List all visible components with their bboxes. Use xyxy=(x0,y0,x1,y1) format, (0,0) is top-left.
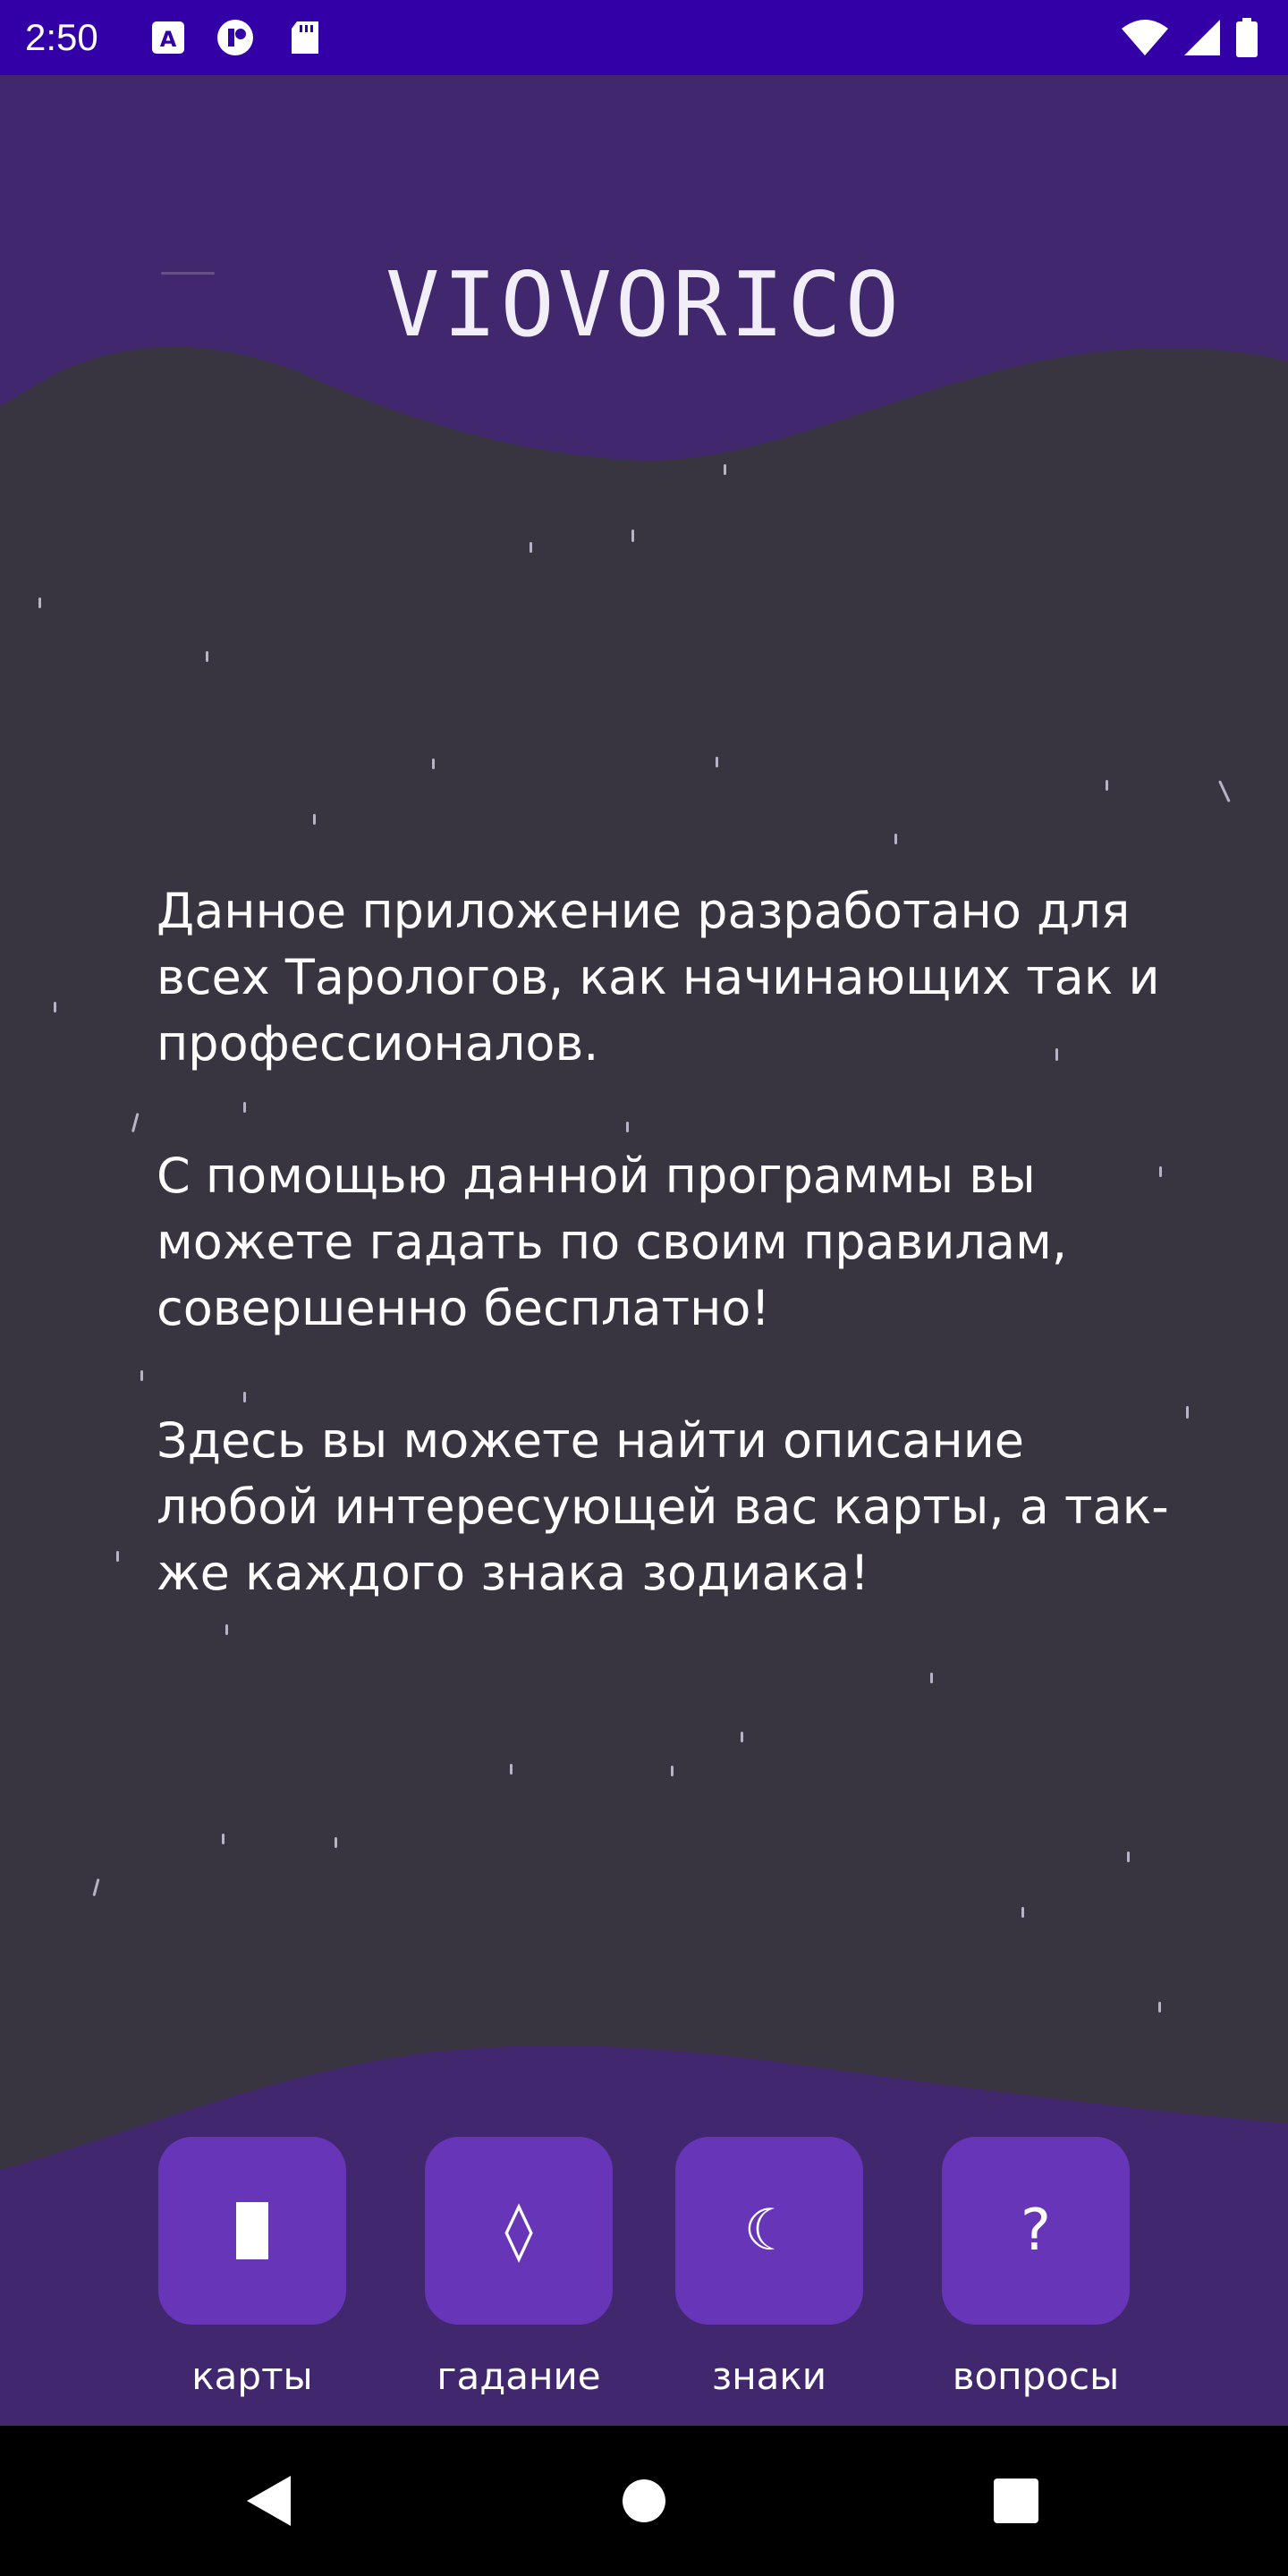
intro-paragraph: С помощью данной программы вы можете гад… xyxy=(157,1148,1067,1336)
wifi-icon xyxy=(1122,20,1168,55)
cell-signal-icon xyxy=(1184,20,1220,55)
back-button[interactable] xyxy=(233,2465,304,2537)
app-title: VIOVORICO xyxy=(386,252,902,357)
card-icon xyxy=(158,2137,346,2325)
signs-button[interactable]: ☾ xyxy=(675,2137,863,2325)
a-notification-icon: A xyxy=(152,21,184,54)
home-icon xyxy=(623,2479,665,2522)
status-time: 2:50 xyxy=(25,16,98,58)
main-screen: VIOVORICO Данное приложение разработано … xyxy=(0,75,1288,2426)
recents-button[interactable] xyxy=(980,2465,1052,2537)
nav-item-signs[interactable]: ☾ знаки xyxy=(653,2137,886,2405)
nav-item-cards[interactable]: карты xyxy=(136,2137,369,2405)
refresh-notification-icon xyxy=(217,20,253,55)
bottom-nav: карты ◊ гадание ☾ знаки ? вопросы xyxy=(0,2137,1288,2426)
intro-paragraph: Здесь вы можете найти описание любой инт… xyxy=(157,1412,1169,1601)
nav-label: гадание xyxy=(436,2354,601,2398)
intro-text: Данное приложение разработано для всех Т… xyxy=(157,878,1176,1673)
nav-label: карты xyxy=(191,2354,313,2398)
nav-label: вопросы xyxy=(952,2354,1120,2398)
question-icon: ? xyxy=(1021,2198,1051,2264)
battery-icon xyxy=(1236,18,1258,57)
nav-item-questions[interactable]: ? вопросы xyxy=(919,2137,1152,2405)
nav-label: знаки xyxy=(711,2354,827,2398)
recents-icon xyxy=(994,2479,1038,2523)
sd-card-icon xyxy=(292,21,318,54)
intro-paragraph: Данное приложение разработано для всех Т… xyxy=(157,883,1160,1072)
system-navigation-bar xyxy=(0,2426,1288,2576)
questions-button[interactable]: ? xyxy=(942,2137,1130,2325)
status-bar: 2:50 A xyxy=(0,0,1288,75)
cards-button[interactable] xyxy=(158,2137,346,2325)
moon-icon: ☾ xyxy=(743,2198,795,2264)
svg-text:A: A xyxy=(160,27,177,52)
back-icon xyxy=(247,2476,291,2526)
nav-item-divination[interactable]: ◊ гадание xyxy=(402,2137,635,2405)
diamond-icon: ◊ xyxy=(504,2198,533,2264)
divination-button[interactable]: ◊ xyxy=(425,2137,613,2325)
home-button[interactable] xyxy=(608,2465,680,2537)
